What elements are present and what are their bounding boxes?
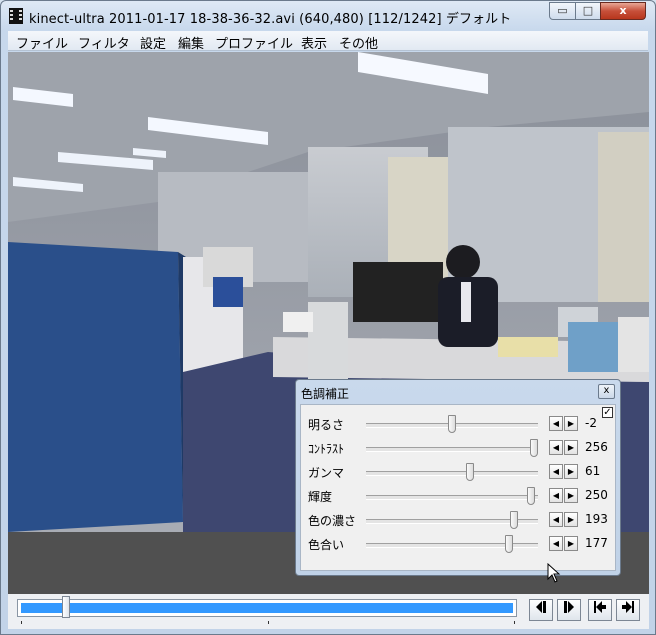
seek-tick-mid xyxy=(268,621,269,624)
minimize-icon: ▭ xyxy=(557,4,568,17)
color-correction-dialog: 色調補正 x ✓ 明るさ ◀ ▶ -2 ｺﾝﾄﾗｽﾄ ◀ ▶ 256 ガンマ ◀ ▶ 61 輝度 ◀ ▶ 25… xyxy=(295,379,621,576)
decrement-button[interactable]: ◀ xyxy=(549,512,563,527)
playback-bar xyxy=(8,594,649,629)
adjust-value: 250 xyxy=(585,488,608,502)
increment-button[interactable]: ▶ xyxy=(564,536,578,551)
close-button[interactable]: x xyxy=(600,2,646,20)
adjust-label: 色の濃さ xyxy=(308,514,357,528)
go-start-icon xyxy=(594,601,606,613)
seek-bar[interactable] xyxy=(17,599,517,617)
adjust-row: ｺﾝﾄﾗｽﾄ ◀ ▶ 256 xyxy=(301,437,617,461)
film-icon[interactable] xyxy=(9,8,23,24)
go-start-button[interactable] xyxy=(588,599,612,621)
seek-fill xyxy=(21,603,513,613)
prev-frame-button[interactable] xyxy=(529,599,553,621)
adjust-value: 61 xyxy=(585,464,601,478)
dialog-title: 色調補正 xyxy=(301,387,350,401)
maximize-button[interactable]: □ xyxy=(575,2,601,20)
adjust-slider-thumb[interactable] xyxy=(530,439,538,457)
menu-edit[interactable]: 編集 xyxy=(178,33,204,52)
increment-button[interactable]: ▶ xyxy=(564,464,578,479)
seek-tick-end xyxy=(514,621,515,624)
minimize-button[interactable]: ▭ xyxy=(549,2,576,20)
adjust-label: 明るさ xyxy=(308,418,345,432)
adjust-slider-thumb[interactable] xyxy=(526,487,535,505)
menu-bar: ファイル フィルタ 設定 編集 プロファイル 表示 その他 xyxy=(8,31,648,52)
decrement-button[interactable]: ◀ xyxy=(549,440,563,455)
adjust-slider-track[interactable] xyxy=(366,471,538,476)
adjust-slider-thumb[interactable] xyxy=(510,511,519,529)
increment-button[interactable]: ▶ xyxy=(564,440,578,455)
adjust-row: 明るさ ◀ ▶ -2 xyxy=(301,413,617,437)
seek-thumb[interactable] xyxy=(62,596,70,618)
decrement-button[interactable]: ◀ xyxy=(549,488,563,503)
adjust-slider-thumb[interactable] xyxy=(466,463,475,481)
dialog-body: ✓ 明るさ ◀ ▶ -2 ｺﾝﾄﾗｽﾄ ◀ ▶ 256 ガンマ ◀ ▶ 61 輝度 ◀ ▶ 250 色の濃さ ◀ ▶… xyxy=(300,404,616,571)
title-bar[interactable]: kinect-ultra 2011-01-17 18-38-36-32.avi … xyxy=(1,1,655,31)
increment-button[interactable]: ▶ xyxy=(564,488,578,503)
close-icon: x xyxy=(603,385,610,396)
maximize-icon: □ xyxy=(582,4,594,17)
prev-frame-icon xyxy=(536,601,546,613)
adjust-value: 177 xyxy=(585,536,608,550)
adjust-value: 256 xyxy=(585,440,608,454)
decrement-button[interactable]: ◀ xyxy=(549,416,563,431)
menu-settings[interactable]: 設定 xyxy=(140,33,166,52)
next-frame-icon xyxy=(564,601,574,613)
adjust-row: 色の濃さ ◀ ▶ 193 xyxy=(301,509,617,533)
increment-button[interactable]: ▶ xyxy=(564,512,578,527)
menu-profile[interactable]: プロファイル xyxy=(215,33,293,52)
adjust-slider-thumb[interactable] xyxy=(505,535,514,553)
go-end-button[interactable] xyxy=(616,599,640,621)
adjust-row: 輝度 ◀ ▶ 250 xyxy=(301,485,617,509)
menu-other[interactable]: その他 xyxy=(339,33,378,52)
increment-button[interactable]: ▶ xyxy=(564,416,578,431)
adjust-label: ｺﾝﾄﾗｽﾄ xyxy=(308,442,345,456)
adjust-label: 輝度 xyxy=(308,490,333,504)
decrement-button[interactable]: ◀ xyxy=(549,536,563,551)
mouse-cursor-icon xyxy=(547,563,561,583)
seek-tick-start xyxy=(21,621,22,624)
adjust-row: ガンマ ◀ ▶ 61 xyxy=(301,461,617,485)
decrement-button[interactable]: ◀ xyxy=(549,464,563,479)
adjust-label: 色合い xyxy=(308,538,345,552)
adjust-slider-thumb[interactable] xyxy=(448,415,456,433)
adjust-value: 193 xyxy=(585,512,608,526)
adjust-slider-track[interactable] xyxy=(366,447,538,452)
menu-filter[interactable]: フィルタ xyxy=(78,33,130,52)
adjust-value: -2 xyxy=(585,416,597,430)
adjust-slider-track[interactable] xyxy=(366,495,538,500)
next-frame-button[interactable] xyxy=(557,599,581,621)
dialog-close-button[interactable]: x xyxy=(598,384,615,399)
adjust-label: ガンマ xyxy=(308,466,345,480)
close-icon: x xyxy=(619,4,627,17)
menu-view[interactable]: 表示 xyxy=(301,33,327,52)
go-end-icon xyxy=(622,601,634,613)
menu-file[interactable]: ファイル xyxy=(16,33,68,52)
adjust-row: 色合い ◀ ▶ 177 xyxy=(301,533,617,557)
window-title: kinect-ultra 2011-01-17 18-38-36-32.avi … xyxy=(29,12,512,27)
